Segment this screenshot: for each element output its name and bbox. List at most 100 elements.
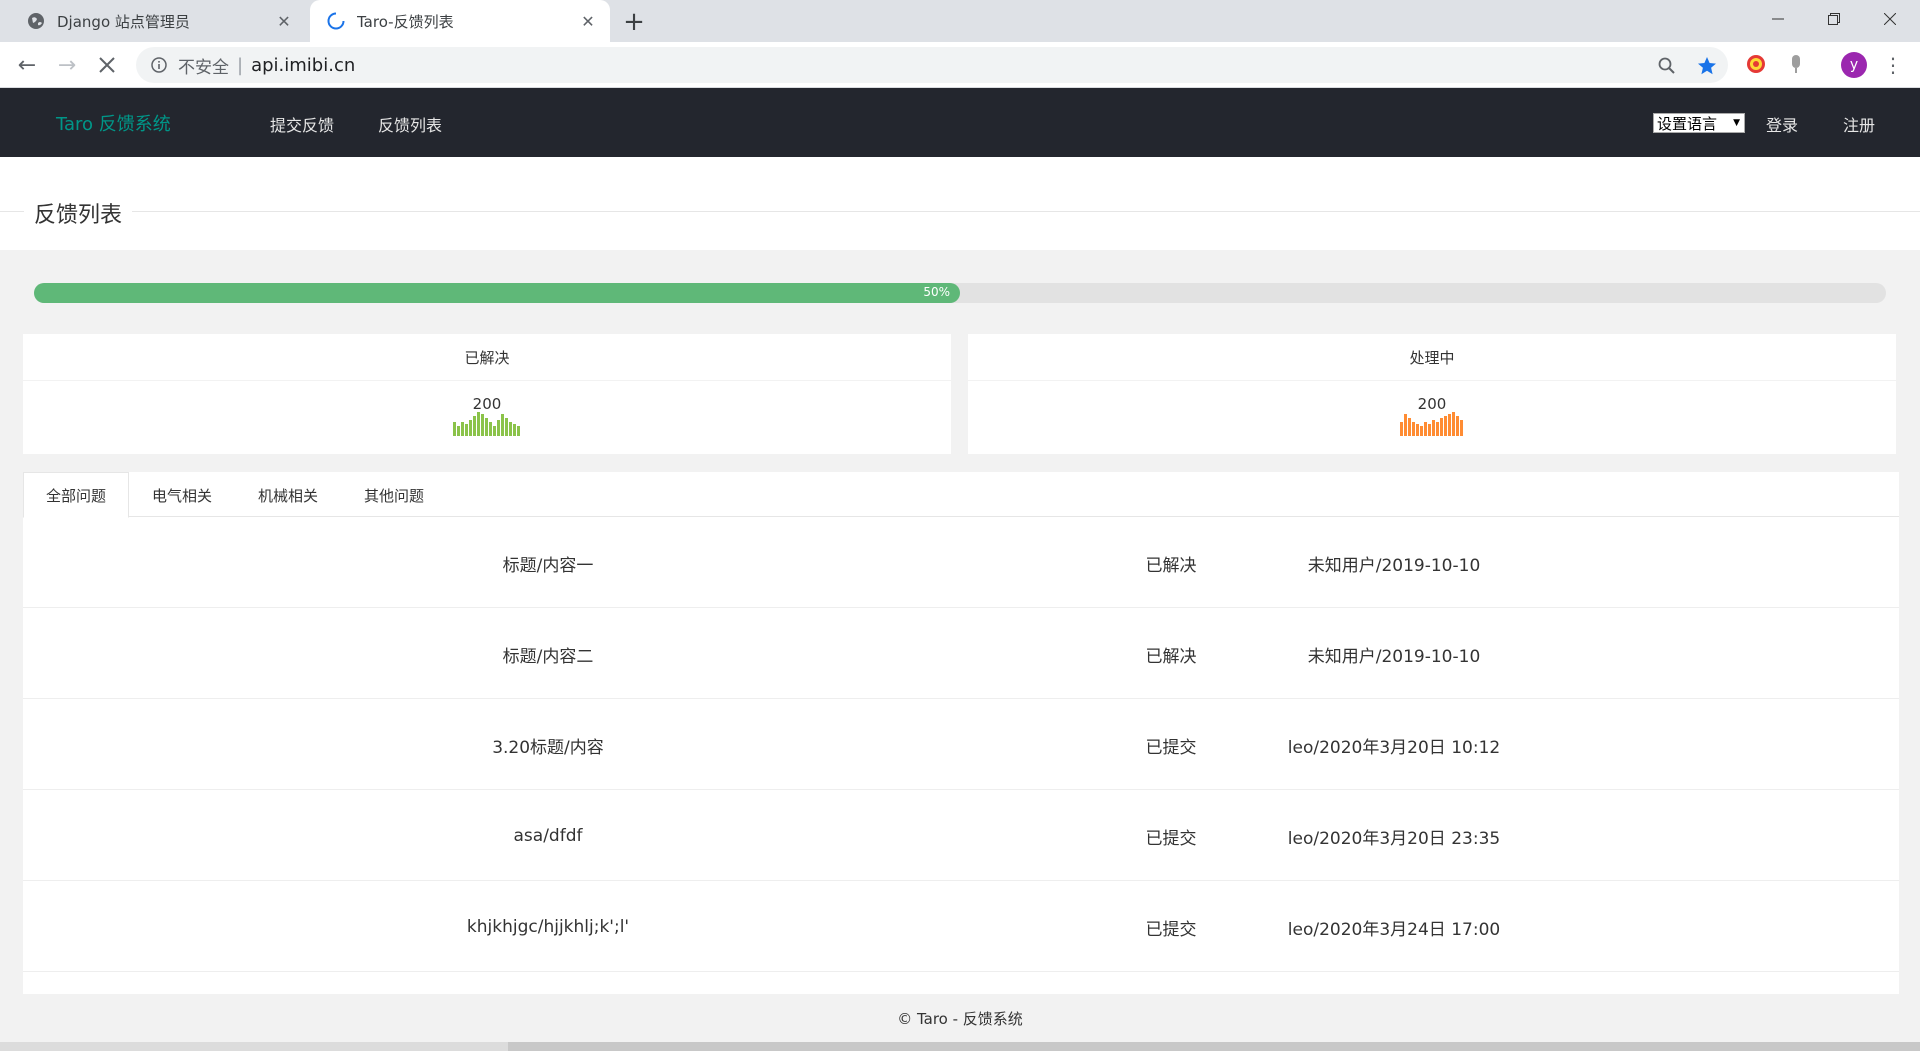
sparkline-bar (489, 422, 492, 436)
restore-button[interactable] (1804, 0, 1864, 38)
tab-title: Django 站点管理员 (57, 12, 190, 31)
sparkline-bar (505, 418, 508, 436)
sparkline-bar (461, 422, 464, 436)
feedback-title[interactable]: 3.20标题/内容 (23, 700, 1073, 790)
sparkline-bar (517, 426, 520, 436)
site-header: Taro 反馈系统 提交反馈 反馈列表 设置语言 ▼ 登录 注册 (0, 88, 1920, 157)
feedback-title[interactable]: asa/dfdf (23, 791, 1073, 881)
zoom-icon[interactable] (1656, 55, 1678, 77)
feedback-title[interactable]: 标题/内容一 (23, 518, 1073, 608)
feedback-title[interactable]: khjkhjgc/hjjkhlj;k';l' (23, 882, 1073, 972)
browser-tab-taro[interactable]: Taro-反馈列表 ✕ (310, 0, 610, 42)
feedback-meta: 未知用户/2019-10-10 (1307, 646, 1481, 667)
browser-tabstrip: Django 站点管理员 ✕ Taro-反馈列表 ✕ + (0, 0, 1920, 42)
sparkline-bar (493, 426, 496, 436)
insecure-label: 不安全 (178, 57, 229, 78)
close-icon[interactable]: ✕ (272, 9, 296, 33)
feedback-status: 已提交 (1145, 828, 1197, 849)
sparkline-bar (1428, 424, 1431, 436)
bookmark-star-icon[interactable] (1696, 55, 1718, 77)
stop-loading-icon[interactable] (91, 49, 123, 81)
sparkline-bar (469, 420, 472, 436)
sparkline-bar (1456, 416, 1459, 436)
sparkline-bar (509, 422, 512, 436)
feedback-row[interactable]: 标题/内容一 已解决 未知用户/2019-10-10 (23, 518, 1899, 608)
page-footer: © Taro - 反馈系统 (897, 1009, 1023, 1028)
progress-fill: 50% (34, 283, 960, 303)
sparkline-bar (465, 424, 468, 436)
divider (0, 211, 1920, 212)
forward-arrow-icon[interactable]: → (51, 49, 83, 81)
nav-submit-feedback[interactable]: 提交反馈 (270, 112, 334, 136)
sparkline-bar (1408, 418, 1411, 436)
feedback-row[interactable]: khjkhjgc/hjjkhlj;k';l' 已提交 leo/2020年3月24… (23, 882, 1899, 972)
page-title-bar: 反馈列表 (0, 157, 1920, 250)
category-tabs: 全部问题 电气相关 机械相关 其他问题 (23, 472, 1899, 518)
feedback-row[interactable]: 标题/内容二 已解决 未知用户/2019-10-10 (23, 609, 1899, 699)
tab-mechanical[interactable]: 机械相关 (235, 472, 341, 518)
sparkline-bar (457, 426, 460, 436)
feedback-status: 已解决 (1145, 646, 1197, 667)
new-tab-button[interactable]: + (620, 7, 648, 37)
tab-electrical[interactable]: 电气相关 (129, 472, 235, 518)
sparkline-bar (473, 416, 476, 436)
sparkline-bar (1432, 420, 1435, 436)
stat-label: 已解决 (23, 334, 951, 381)
sparkline-bar (1412, 422, 1415, 436)
sparkline-bar (1444, 416, 1447, 436)
horizontal-scrollbar[interactable] (0, 1042, 1920, 1051)
sparkline-bar (1448, 414, 1451, 436)
loading-spinner-icon (327, 12, 345, 30)
stat-card-processing: 处理中 200 (968, 334, 1896, 454)
close-window-button[interactable] (1860, 0, 1920, 38)
more-menu-icon[interactable]: ⋮ (1883, 50, 1903, 80)
sparkline-chart (453, 412, 520, 436)
globe-icon (27, 12, 45, 30)
feedback-row[interactable]: asa/dfdf 已提交 leo/2020年3月20日 23:35 (23, 791, 1899, 881)
stat-card-resolved: 已解决 200 (23, 334, 951, 454)
feedback-row[interactable]: 3.20标题/内容 已提交 leo/2020年3月20日 10:12 (23, 700, 1899, 790)
tab-other[interactable]: 其他问题 (341, 472, 447, 518)
feedback-status: 已提交 (1145, 919, 1197, 940)
extension-microphone-icon[interactable] (1785, 53, 1807, 75)
close-icon[interactable]: ✕ (576, 9, 600, 33)
nav-feedback-list[interactable]: 反馈列表 (378, 112, 442, 136)
scrollbar-thumb[interactable] (508, 1042, 1920, 1051)
sparkline-bar (497, 420, 500, 436)
login-link[interactable]: 登录 (1766, 112, 1798, 136)
site-logo[interactable]: Taro 反馈系统 (56, 110, 171, 136)
sparkline-bar (485, 418, 488, 436)
profile-avatar[interactable]: y (1841, 52, 1867, 78)
sparkline-bar (1436, 422, 1439, 436)
stat-label: 处理中 (968, 334, 1896, 381)
feedback-meta: leo/2020年3月20日 10:12 (1287, 737, 1501, 758)
caret-down-icon: ▼ (1733, 118, 1740, 128)
sparkline-bar (501, 414, 504, 436)
feedback-meta: leo/2020年3月24日 17:00 (1287, 919, 1501, 940)
progress-label: 50% (923, 285, 950, 299)
feedback-meta: 未知用户/2019-10-10 (1307, 555, 1481, 576)
sparkline-bar (1416, 424, 1419, 436)
feedback-status: 已提交 (1145, 737, 1197, 758)
page-title: 反馈列表 (24, 197, 133, 229)
browser-tab-django[interactable]: Django 站点管理员 ✕ (10, 0, 306, 42)
sparkline-bar (513, 424, 516, 436)
tab-title: Taro-反馈列表 (357, 12, 454, 31)
sparkline-bar (453, 422, 456, 436)
minimize-button[interactable] (1748, 0, 1808, 38)
sparkline-bar (1460, 420, 1463, 436)
sparkline-bar (481, 414, 484, 436)
progress-bar: 50% (34, 283, 1886, 303)
feedback-title[interactable]: 标题/内容二 (23, 609, 1073, 699)
back-arrow-icon[interactable]: ← (11, 49, 43, 81)
sparkline-bar (1424, 422, 1427, 436)
extension-target-icon[interactable] (1745, 53, 1767, 75)
feedback-status: 已解决 (1145, 555, 1197, 576)
info-icon[interactable] (150, 56, 168, 74)
address-bar[interactable]: 不安全 | api.imibi.cn (136, 47, 1728, 83)
separator: | (237, 54, 244, 76)
tab-all-issues[interactable]: 全部问题 (23, 472, 129, 518)
language-select[interactable]: 设置语言 ▼ (1653, 113, 1745, 133)
register-link[interactable]: 注册 (1843, 112, 1875, 136)
url-text[interactable]: api.imibi.cn (251, 55, 355, 76)
